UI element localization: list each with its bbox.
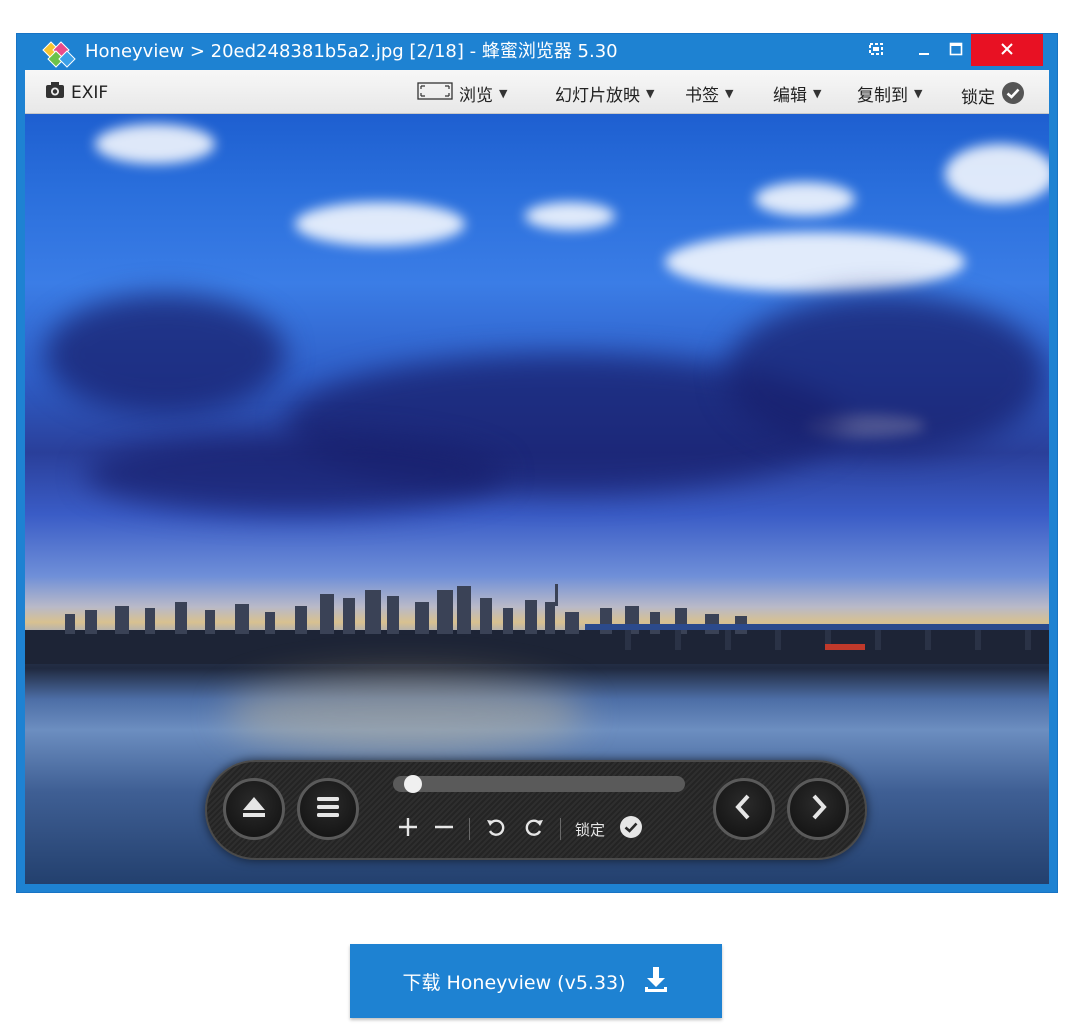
check-circle-icon — [1001, 81, 1025, 110]
chevron-down-icon: ▼ — [914, 87, 923, 100]
menu-slideshow[interactable]: 幻灯片放映 ▼ — [555, 81, 654, 106]
screen-capture-icon — [868, 41, 884, 60]
maximize-icon — [949, 41, 963, 60]
eject-icon — [239, 792, 269, 826]
camera-icon — [45, 81, 65, 104]
divider — [560, 818, 561, 840]
download-button[interactable]: 下载 Honeyview (v5.33) — [350, 944, 722, 1018]
menu-browse-label: 浏览 — [459, 86, 493, 106]
menu-bookmarks-label: 书签 — [685, 86, 719, 106]
previous-button[interactable] — [713, 778, 775, 840]
honeyview-window: Honeyview > 20ed248381b5a2.jpg [2/18] - … — [16, 33, 1058, 893]
floating-controller: 锁定 — [205, 760, 867, 860]
menu-bookmarks[interactable]: 书签 ▼ — [685, 81, 733, 106]
menu-slideshow-label: 幻灯片放映 — [555, 86, 640, 106]
fullscreen-frame-icon — [417, 82, 453, 105]
menu-edit-label: 编辑 — [773, 86, 807, 106]
cloud — [945, 144, 1049, 204]
menu-copy-to[interactable]: 复制到 ▼ — [857, 81, 922, 106]
dark-cloud — [45, 294, 285, 414]
chevron-down-icon: ▼ — [725, 87, 734, 100]
close-button[interactable] — [971, 34, 1043, 66]
water-reflection — [225, 674, 585, 754]
cloud — [295, 202, 465, 246]
menu-copy-to-label: 复制到 — [857, 86, 908, 106]
divider — [469, 818, 470, 840]
menu-bar: EXIF 浏览 ▼ 幻灯片放映 ▼ 书签 ▼ 编辑 ▼ 复制到 ▼ 锁定 — [25, 70, 1049, 114]
menu-icon — [315, 794, 341, 824]
menu-lock-label: 锁定 — [961, 88, 995, 108]
minimize-icon — [918, 41, 930, 60]
controller-tools: 锁定 — [397, 814, 643, 844]
download-icon — [642, 965, 670, 997]
cloud — [665, 232, 965, 292]
window-title: Honeyview > 20ed248381b5a2.jpg [2/18] - … — [85, 41, 618, 62]
menu-edit[interactable]: 编辑 ▼ — [773, 81, 821, 106]
next-button[interactable] — [787, 778, 849, 840]
eject-button[interactable] — [223, 778, 285, 840]
exif-button[interactable]: EXIF — [45, 81, 108, 104]
cloud — [755, 182, 855, 216]
chevron-down-icon: ▼ — [646, 87, 655, 100]
chevron-down-icon: ▼ — [813, 87, 822, 100]
menu-browse[interactable]: 浏览 ▼ — [417, 81, 507, 106]
check-circle-icon[interactable] — [619, 815, 643, 843]
menu-button[interactable] — [297, 778, 359, 840]
rotate-right-icon[interactable] — [522, 815, 546, 843]
minimize-button[interactable] — [907, 34, 941, 66]
chevron-down-icon: ▼ — [499, 87, 508, 100]
screen-capture-button[interactable] — [859, 34, 893, 66]
dark-cloud — [725, 294, 1045, 454]
dark-cloud — [85, 434, 505, 514]
maximize-button[interactable] — [939, 34, 973, 66]
controller-lock-label[interactable]: 锁定 — [575, 819, 605, 840]
exif-label: EXIF — [71, 82, 109, 103]
city-skyline — [25, 584, 1049, 664]
seek-bar[interactable] — [393, 776, 685, 792]
next-icon — [806, 793, 830, 825]
seek-handle[interactable] — [403, 775, 422, 793]
cloud — [95, 124, 215, 164]
image-viewport[interactable]: 锁定 — [25, 114, 1049, 884]
rotate-left-icon[interactable] — [484, 815, 508, 843]
close-icon — [1000, 41, 1014, 60]
zoom-out-icon[interactable] — [433, 816, 455, 842]
honeyview-app-icon — [37, 40, 81, 68]
prev-icon — [732, 793, 756, 825]
download-label: 下载 Honeyview (v5.33) — [402, 971, 626, 994]
cloud — [525, 202, 615, 230]
menu-lock[interactable]: 锁定 — [961, 81, 1025, 110]
title-bar[interactable]: Honeyview > 20ed248381b5a2.jpg [2/18] - … — [17, 34, 1057, 70]
zoom-in-icon[interactable] — [397, 816, 419, 842]
